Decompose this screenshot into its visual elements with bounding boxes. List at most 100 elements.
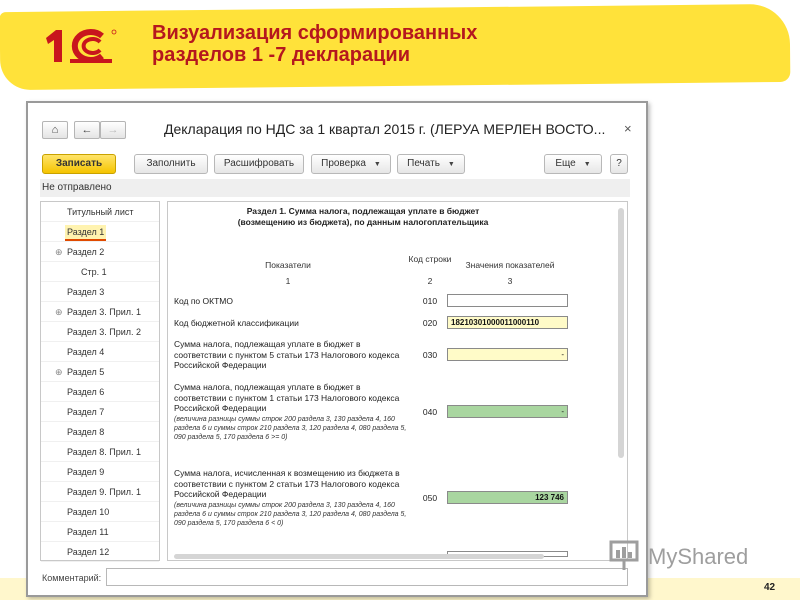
sidebar-item-section-7[interactable]: Раздел 7 <box>41 402 159 422</box>
document-title: Декларация по НДС за 1 квартал 2015 г. (… <box>164 121 606 137</box>
sidebar-item-section-2[interactable]: ⊕ Раздел 2 <box>41 242 159 262</box>
presentation-icon <box>609 540 639 570</box>
column-header-code: Код строки <box>408 254 452 264</box>
row-code-010: 010 <box>422 296 438 306</box>
chevron-down-icon: ▼ <box>373 161 381 168</box>
tax-refund-field[interactable]: 123 746 <box>447 491 568 504</box>
close-icon[interactable]: × <box>624 121 632 136</box>
watermark-text: MyShared <box>648 544 749 569</box>
sidebar-item-section-10[interactable]: Раздел 10 <box>41 502 159 522</box>
sidebar-item-section-1[interactable]: Раздел 1 <box>41 222 159 242</box>
sidebar-item-section-8-app-1[interactable]: Раздел 8. Прил. 1 <box>41 442 159 462</box>
slide-title-line1: Визуализация сформированных <box>152 22 478 44</box>
sidebar-item-section-3-app-1[interactable]: ⊕ Раздел 3. Прил. 1 <box>41 302 159 322</box>
sidebar-item-section-3-app-2[interactable]: Раздел 3. Прил. 2 <box>41 322 159 342</box>
row-label-kbk: Код бюджетной классификации <box>174 318 299 328</box>
sidebar-item-label: Раздел 4 <box>67 347 105 357</box>
tax-payable-1-field[interactable]: - <box>447 405 568 418</box>
sidebar-item-label: Титульный лист <box>67 207 134 217</box>
vertical-scrollbar[interactable] <box>618 208 624 458</box>
sidebar-item-page-1[interactable]: Стр. 1 <box>41 262 159 282</box>
fill-button[interactable]: Заполнить <box>134 154 208 174</box>
oktmo-field[interactable] <box>447 294 568 307</box>
column-header-indicators: Показатели <box>265 260 311 270</box>
sidebar-item-label: Раздел 5 <box>67 367 105 377</box>
column-number-2: 2 <box>427 276 433 286</box>
tax-payable-5-field[interactable]: - <box>447 348 568 361</box>
slide-title-line2: разделов 1 -7 декларации <box>152 44 410 66</box>
chevron-down-icon: ▼ <box>583 161 591 168</box>
arrow-left-icon: ← <box>81 124 93 136</box>
sidebar-item-section-9[interactable]: Раздел 9 <box>41 462 159 482</box>
sidebar-item-label: Раздел 3. Прил. 1 <box>67 307 142 317</box>
expand-icon[interactable]: ⊕ <box>55 242 63 262</box>
column-number-1: 1 <box>285 276 291 286</box>
row-label-040: Сумма налога, подлежащая уплате в бюджет… <box>174 382 400 413</box>
sidebar-item-label: Раздел 10 <box>67 507 110 517</box>
decode-button[interactable]: Расшифровать <box>214 154 304 174</box>
home-button[interactable]: ⌂ <box>42 121 68 139</box>
section-title: Раздел 1. Сумма налога, подлежащая уплат… <box>237 206 489 227</box>
more-label: Еще <box>555 158 576 169</box>
forward-button[interactable]: → <box>100 121 126 139</box>
row-note-040: (величина разницы суммы строк 200 раздел… <box>174 416 407 441</box>
sidebar-item-label: Раздел 8. Прил. 1 <box>67 447 142 457</box>
save-button[interactable]: Записать <box>42 154 116 174</box>
expand-icon[interactable]: ⊕ <box>55 302 63 322</box>
more-dropdown[interactable]: Еще ▼ <box>544 154 602 174</box>
sidebar-item-section-9-app-1[interactable]: Раздел 9. Прил. 1 <box>41 482 159 502</box>
row-note-050: (величина разницы суммы строк 200 раздел… <box>174 502 407 527</box>
row-label-030: Сумма налога, подлежащая уплате в бюджет… <box>174 339 400 370</box>
check-dropdown[interactable]: Проверка ▼ <box>311 154 391 174</box>
watermark: MyShared <box>608 538 776 574</box>
sidebar-item-label: Раздел 11 <box>67 527 109 537</box>
sidebar-item-section-3[interactable]: Раздел 3 <box>41 282 159 302</box>
sidebar-item-label: Раздел 3 <box>67 287 105 297</box>
sections-sidebar: Титульный лист Раздел 1 ⊕ Раздел 2 Стр. 1… <box>40 201 160 562</box>
back-button[interactable]: ← <box>74 121 100 139</box>
column-number-3: 3 <box>507 276 513 286</box>
comment-label: Комментарий: <box>42 573 102 583</box>
comment-input[interactable] <box>106 568 628 586</box>
sidebar-item-label: Раздел 12 <box>67 547 110 557</box>
sidebar-item-label: Раздел 8 <box>67 427 105 437</box>
check-label: Проверка <box>321 158 366 169</box>
slide-title: Визуализация сформированных разделов 1 -… <box>152 22 712 66</box>
expand-icon[interactable]: ⊕ <box>55 362 63 382</box>
row-label-050: Сумма налога, исчисленная к возмещению и… <box>174 468 400 499</box>
sidebar-item-label: Раздел 6 <box>67 387 105 397</box>
row-code-020: 020 <box>422 318 438 328</box>
1c-logo <box>46 29 117 63</box>
sidebar-item-section-12[interactable]: Раздел 12 <box>41 542 159 562</box>
declaration-window: ⌂ ← → Декларация по НДС за 1 квартал 201… <box>26 101 648 597</box>
column-header-values: Значения показателей <box>465 260 555 270</box>
row-label-oktmo: Код по ОКТМО <box>174 296 233 306</box>
sidebar-item-label: Раздел 1 <box>65 225 107 241</box>
horizontal-scrollbar[interactable] <box>174 554 544 559</box>
sidebar-item-title-page[interactable]: Титульный лист <box>41 202 159 222</box>
status-text: Не отправлено <box>40 179 630 197</box>
section-form: Раздел 1. Сумма налога, подлежащая уплат… <box>167 201 628 561</box>
sidebar-item-label: Раздел 7 <box>67 407 105 417</box>
sidebar-item-section-5[interactable]: ⊕ Раздел 5 <box>41 362 159 382</box>
row-code-050: 050 <box>422 493 438 503</box>
sidebar-item-section-4[interactable]: Раздел 4 <box>41 342 159 362</box>
kbk-field[interactable]: 18210301000011000110 <box>447 316 568 329</box>
sidebar-item-section-6[interactable]: Раздел 6 <box>41 382 159 402</box>
home-icon: ⌂ <box>51 124 59 136</box>
sidebar-item-label: Раздел 9. Прил. 1 <box>67 487 142 497</box>
print-dropdown[interactable]: Печать ▼ <box>397 154 465 174</box>
sidebar-item-label: Раздел 2 <box>67 247 105 257</box>
sidebar-item-label: Раздел 3. Прил. 2 <box>67 327 142 337</box>
sidebar-item-section-11[interactable]: Раздел 11 <box>41 522 159 542</box>
page-number: 42 <box>764 582 776 593</box>
row-code-040: 040 <box>422 407 438 417</box>
arrow-right-icon: → <box>107 124 119 136</box>
help-button[interactable]: ? <box>610 154 628 174</box>
chevron-down-icon: ▼ <box>447 161 455 168</box>
sidebar-item-label: Стр. 1 <box>81 267 107 277</box>
sidebar-item-section-8[interactable]: Раздел 8 <box>41 422 159 442</box>
sidebar-item-label: Раздел 9 <box>67 467 105 477</box>
row-code-030: 030 <box>422 350 438 360</box>
print-label: Печать <box>407 158 440 169</box>
